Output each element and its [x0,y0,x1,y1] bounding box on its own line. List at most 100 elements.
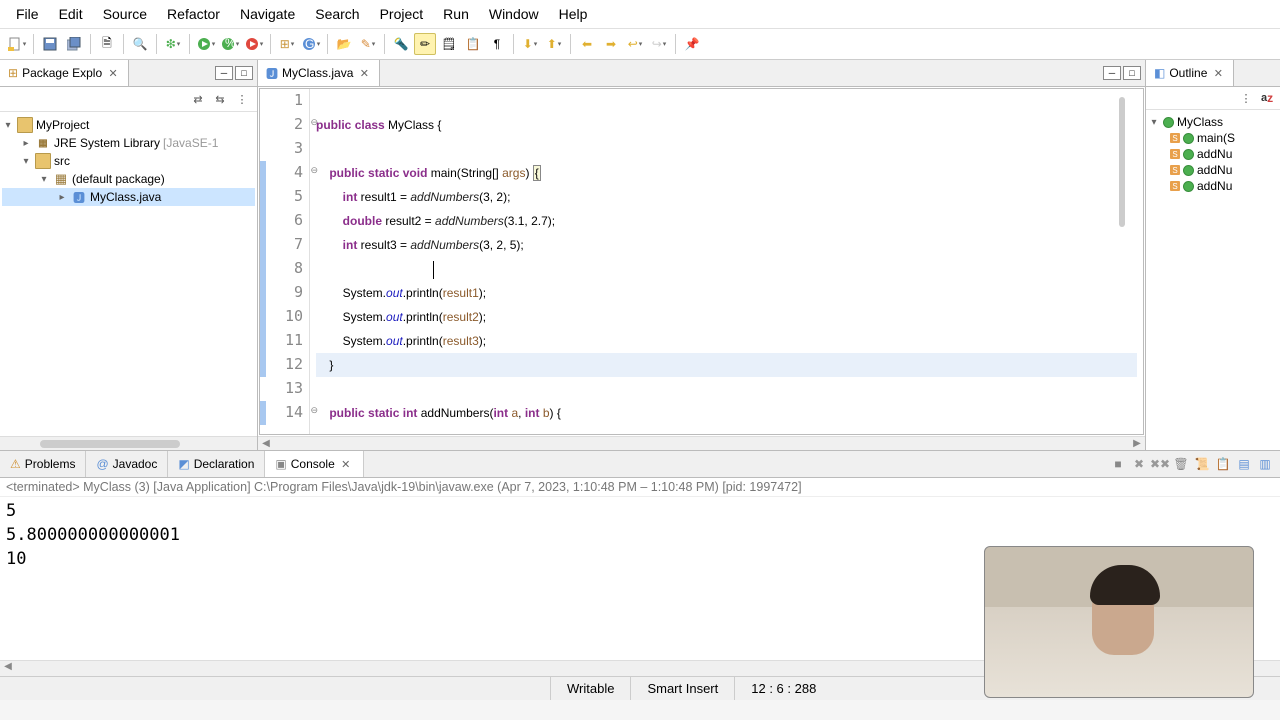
link-editor-icon[interactable]: ⇆ [211,90,229,108]
code-editor[interactable]: 12⊖34⊖567891011121314⊖ public class MyCl… [259,88,1144,435]
show-whitespace-button[interactable]: ¶ [486,33,508,55]
menu-refactor[interactable]: Refactor [157,2,230,26]
editor-gutter[interactable]: 12⊖34⊖567891011121314⊖ [260,89,310,434]
forward-button[interactable]: ➡ [600,33,622,55]
code-line[interactable]: public static int addNumbers(int a, int … [316,401,1137,425]
tab-declaration[interactable]: ◩Declaration [168,451,265,477]
code-line[interactable]: int result3 = addNumbers(3, 2, 5); [316,233,1137,257]
code-line[interactable]: System.out.println(result1); [316,281,1137,305]
scroll-right-icon[interactable]: ▶ [1129,438,1145,449]
new-button[interactable]: ▾ [6,33,28,55]
menu-file[interactable]: File [6,2,49,26]
scroll-left-icon[interactable]: ◀ [0,661,16,676]
code-line[interactable] [316,377,1137,401]
close-icon[interactable]: ✕ [339,457,353,471]
terminate-button[interactable]: ■ [1109,455,1127,473]
save-all-button[interactable] [63,33,85,55]
minimize-button[interactable]: ─ [1103,66,1121,80]
src-node[interactable]: ▾ src [2,152,255,170]
outline-method-node[interactable]: SaddNu [1148,162,1278,178]
close-icon[interactable]: ✕ [106,66,120,80]
last-edit-button[interactable]: ↩▾ [624,33,646,55]
remove-launch-button[interactable]: ✖ [1130,455,1148,473]
clear-console-button[interactable]: 🗑 [1172,455,1190,473]
coverage-button[interactable]: %▾ [219,33,241,55]
scroll-left-icon[interactable]: ◀ [258,438,274,449]
menu-source[interactable]: Source [93,2,157,26]
close-icon[interactable]: ✕ [1211,66,1225,80]
package-explorer-tab[interactable]: ⊞ Package Explo ✕ [0,60,129,86]
display-button[interactable]: ▤ [1235,455,1253,473]
new-package-button[interactable]: ⊞▾ [276,33,298,55]
tab-javadoc[interactable]: @Javadoc [86,451,168,477]
code-line[interactable]: System.out.println(result3); [316,329,1137,353]
fold-icon[interactable]: ⊖ [310,117,318,128]
next-edit-button[interactable]: ↪▾ [648,33,670,55]
code-line[interactable] [316,89,1137,113]
menu-run[interactable]: Run [433,2,479,26]
pkg-hscroll-thumb[interactable] [40,440,180,448]
view-menu-icon[interactable]: ⋮ [233,90,251,108]
outline-tab[interactable]: ◧ Outline ✕ [1146,60,1234,86]
editor-hscroll[interactable]: ◀ ▶ [258,436,1145,450]
fold-icon[interactable]: ⊖ [310,165,318,176]
prev-annotation-button[interactable]: ⬆▾ [543,33,565,55]
jre-node[interactable]: ▸▦ JRE System Library [JavaSE-1 [2,134,255,152]
close-icon[interactable]: ✕ [357,66,371,80]
tab-problems[interactable]: ⚠Problems [0,451,86,477]
back-button[interactable]: ⬅ [576,33,598,55]
annotation-button[interactable]: 🗒 [438,33,460,55]
outline-method-node[interactable]: SaddNu [1148,146,1278,162]
menu-window[interactable]: Window [479,2,549,26]
print-button[interactable]: 📋 [462,33,484,55]
sort-icon[interactable]: ⋮ [1237,89,1255,107]
debug-button[interactable]: ❇▾ [162,33,184,55]
open-task-button[interactable]: ✎▾ [357,33,379,55]
pin-console-button[interactable]: 📋 [1214,455,1232,473]
filter-icon[interactable]: az [1258,89,1276,107]
code-line[interactable] [316,257,1137,281]
default-package-node[interactable]: ▾▦ (default package) [2,170,255,188]
menu-search[interactable]: Search [305,2,369,26]
external-tools-button[interactable]: ▾ [243,33,265,55]
outline-method-node[interactable]: Smain(S [1148,130,1278,146]
outline-method-node[interactable]: SaddNu [1148,178,1278,194]
maximize-button[interactable]: □ [1123,66,1141,80]
package-explorer-icon: ⊞ [8,66,18,80]
code-line[interactable]: int result1 = addNumbers(3, 2); [316,185,1137,209]
problems-icon: ⚠ [10,457,21,471]
new-type-button[interactable]: G▾ [300,33,322,55]
menu-navigate[interactable]: Navigate [230,2,305,26]
project-node[interactable]: ▾ MyProject [2,116,255,134]
open-console-button[interactable]: ▥ [1256,455,1274,473]
outline-class-node[interactable]: ▾ MyClass [1148,114,1278,130]
code-line[interactable]: public static void main(String[] args) { [316,161,1137,185]
toggle-breadcrumb-button[interactable]: 🗎 [96,33,118,55]
editor-tab[interactable]: 🅹 MyClass.java ✕ [258,60,380,86]
tab-console[interactable]: ▣Console✕ [265,451,363,477]
collapse-all-icon[interactable]: ⇄ [189,90,207,108]
code-line[interactable]: public class MyClass { [316,113,1137,137]
menu-edit[interactable]: Edit [49,2,93,26]
skip-breakpoints-button[interactable]: 🔍 [129,33,151,55]
code-line[interactable]: } [316,353,1137,377]
save-button[interactable] [39,33,61,55]
fold-icon[interactable]: ⊖ [310,405,318,416]
code-line[interactable]: double result2 = addNumbers(3.1, 2.7); [316,209,1137,233]
run-button[interactable]: ▾ [195,33,217,55]
toggle-highlight-button[interactable]: ✏ [414,33,436,55]
menu-help[interactable]: Help [549,2,598,26]
search-button[interactable]: 🔦 [390,33,412,55]
code-area[interactable]: public class MyClass { public static voi… [310,89,1143,434]
code-line[interactable] [316,137,1137,161]
code-line[interactable]: System.out.println(result2); [316,305,1137,329]
menu-project[interactable]: Project [370,2,434,26]
scroll-lock-button[interactable]: 📜 [1193,455,1211,473]
maximize-button[interactable]: □ [235,66,253,80]
pin-editor-button[interactable]: 📌 [681,33,703,55]
open-type-button[interactable]: 📂 [333,33,355,55]
java-file-node[interactable]: ▸🅹 MyClass.java [2,188,255,206]
next-annotation-button[interactable]: ⬇▾ [519,33,541,55]
minimize-button[interactable]: ─ [215,66,233,80]
remove-all-button[interactable]: ✖✖ [1151,455,1169,473]
